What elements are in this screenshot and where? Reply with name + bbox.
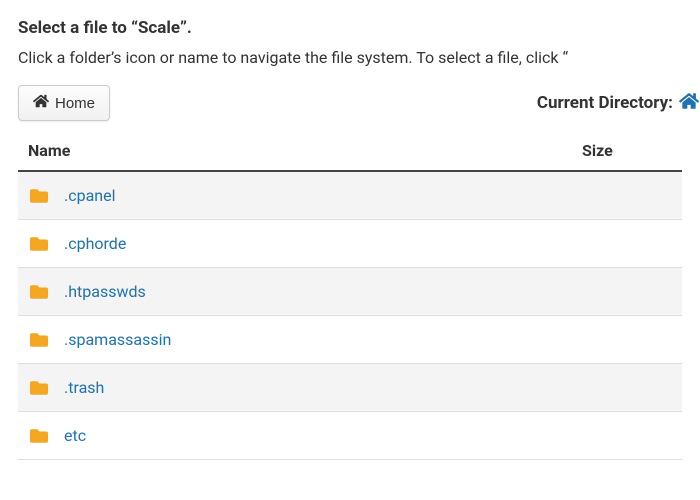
size-cell bbox=[582, 364, 682, 412]
item-link[interactable]: etc bbox=[64, 426, 86, 445]
table-row: .htpasswds bbox=[18, 268, 682, 316]
name-cell: .spamassassin bbox=[18, 316, 582, 364]
page-subtitle: Click a folder’s icon or name to navigat… bbox=[18, 48, 682, 67]
item-link[interactable]: .cpanel bbox=[64, 186, 116, 205]
table-row: .spamassassin bbox=[18, 316, 682, 364]
home-icon[interactable] bbox=[679, 91, 699, 116]
name-cell: .htpasswds bbox=[18, 268, 582, 316]
size-cell bbox=[582, 316, 682, 364]
folder-icon[interactable] bbox=[28, 427, 50, 445]
item-link[interactable]: .spamassassin bbox=[64, 330, 171, 349]
item-link[interactable]: .htpasswds bbox=[64, 282, 146, 301]
name-cell: .trash bbox=[18, 364, 582, 412]
toolbar: Home Current Directory: / bbox=[18, 85, 682, 121]
name-cell: .cphorde bbox=[18, 220, 582, 268]
size-cell bbox=[582, 412, 682, 460]
folder-icon[interactable] bbox=[28, 331, 50, 349]
size-cell bbox=[582, 220, 682, 268]
folder-icon[interactable] bbox=[28, 379, 50, 397]
item-link[interactable]: .cphorde bbox=[64, 234, 126, 253]
table-row: .cpanel bbox=[18, 171, 682, 220]
current-directory: Current Directory: / bbox=[537, 91, 700, 116]
name-cell: etc bbox=[18, 412, 582, 460]
current-directory-label: Current Directory: bbox=[537, 93, 673, 113]
table-row: .cphorde bbox=[18, 220, 682, 268]
home-button[interactable]: Home bbox=[18, 85, 110, 121]
home-icon bbox=[33, 93, 49, 113]
page-title: Select a file to “Scale”. bbox=[18, 18, 682, 38]
home-button-label: Home bbox=[55, 95, 95, 112]
file-table: Name Size .cpanel .cphorde .htpasswds .spam… bbox=[18, 133, 682, 460]
folder-icon[interactable] bbox=[28, 187, 50, 205]
size-cell bbox=[582, 171, 682, 220]
name-cell: .cpanel bbox=[18, 171, 582, 220]
folder-icon[interactable] bbox=[28, 283, 50, 301]
size-cell bbox=[582, 268, 682, 316]
table-row: etc bbox=[18, 412, 682, 460]
folder-icon[interactable] bbox=[28, 235, 50, 253]
item-link[interactable]: .trash bbox=[64, 378, 104, 397]
table-row: .trash bbox=[18, 364, 682, 412]
column-header-size[interactable]: Size bbox=[582, 133, 682, 171]
column-header-name[interactable]: Name bbox=[18, 133, 582, 171]
